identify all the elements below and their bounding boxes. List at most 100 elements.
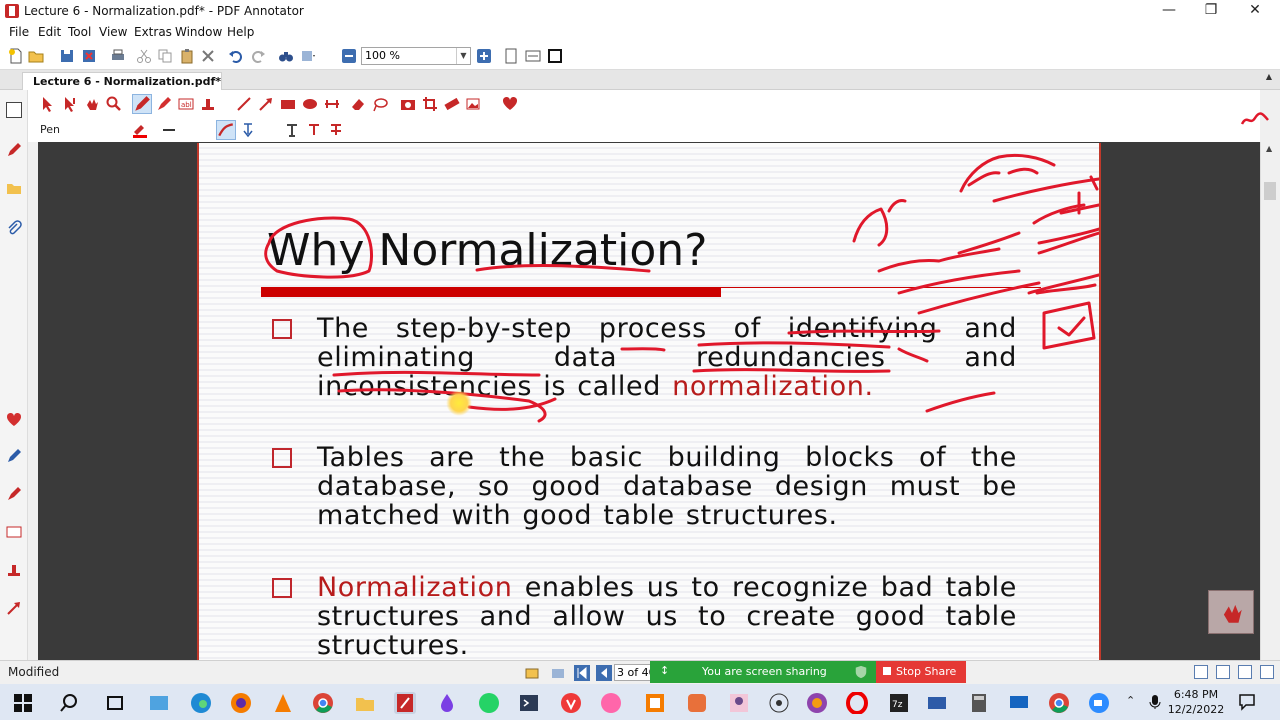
pdf-annotator-taskbar-icon[interactable] — [394, 692, 416, 714]
taskbar-clock[interactable]: 6:48 PM 12/2/2022 — [1166, 687, 1226, 717]
menu-help[interactable]: Help — [227, 25, 254, 39]
single-page-view-icon[interactable] — [1194, 665, 1208, 679]
continuous-view-icon[interactable] — [1216, 665, 1230, 679]
paperclip-icon[interactable] — [6, 220, 22, 236]
file-explorer-icon[interactable] — [354, 692, 376, 714]
find-binoculars-icon[interactable] — [278, 48, 294, 64]
microphone-icon[interactable] — [1148, 694, 1162, 710]
menu-view[interactable]: View — [99, 25, 127, 39]
vertical-scrollbar[interactable]: ▲ — [1260, 142, 1280, 660]
opera-icon[interactable] — [846, 692, 868, 714]
image-insert-icon[interactable] — [466, 96, 482, 112]
options-icon[interactable] — [300, 48, 316, 64]
navigation-forward-icon[interactable] — [550, 665, 566, 681]
pressure-icon[interactable] — [240, 122, 256, 138]
restore-button[interactable]: ❐ — [1188, 0, 1234, 22]
firefox-icon[interactable] — [230, 692, 252, 714]
pen-tool-icon[interactable] — [132, 94, 152, 114]
pdf-page[interactable]: Why Normalization? The step-by-step proc… — [197, 143, 1101, 660]
close-button[interactable]: ✕ — [1232, 0, 1278, 22]
favorites-heart-icon[interactable] — [6, 412, 22, 428]
text-strike-icon[interactable] — [328, 122, 344, 138]
highlighter-icon[interactable] — [156, 96, 172, 112]
text-format-icon[interactable] — [284, 122, 300, 138]
delete-icon[interactable] — [200, 48, 216, 64]
open-folder-icon[interactable] — [28, 48, 44, 64]
folder-icon[interactable] — [6, 180, 22, 196]
handwriting-squiggle-icon[interactable] — [1240, 108, 1270, 130]
whatsapp-icon[interactable] — [478, 692, 500, 714]
copy-icon[interactable] — [157, 48, 173, 64]
full-screen-icon[interactable] — [547, 48, 563, 64]
steam-like-icon[interactable] — [768, 692, 790, 714]
redo-icon[interactable] — [250, 48, 266, 64]
task-view-icon[interactable] — [104, 692, 126, 714]
print-icon[interactable] — [110, 48, 126, 64]
pen-color-icon[interactable] — [132, 122, 148, 138]
new-document-icon[interactable] — [8, 48, 24, 64]
menu-extras[interactable]: Extras — [134, 25, 172, 39]
anime-app-icon[interactable] — [728, 692, 750, 714]
7zip-icon[interactable]: 7z — [888, 692, 910, 714]
notification-icon[interactable] — [1238, 693, 1256, 711]
windows-start-icon[interactable] — [12, 692, 34, 714]
vlc-icon[interactable] — [272, 692, 294, 714]
ruler-icon[interactable] — [444, 96, 460, 112]
save-close-icon[interactable] — [81, 48, 97, 64]
pencil-icon[interactable] — [6, 142, 22, 158]
two-page-continuous-view-icon[interactable] — [1260, 665, 1274, 679]
menu-file[interactable]: File — [9, 25, 29, 39]
magnifier-icon[interactable] — [106, 96, 122, 112]
sidebar-checkbox-icon[interactable] — [6, 102, 22, 118]
smooth-stroke-icon[interactable] — [216, 120, 236, 140]
previous-page-icon[interactable] — [596, 665, 612, 681]
osu-app-icon[interactable] — [600, 692, 622, 714]
line-tool-icon[interactable] — [236, 96, 252, 112]
camera-snapshot-icon[interactable] — [400, 96, 416, 112]
zoom-level-combobox[interactable]: 100 % ▼ — [361, 47, 471, 65]
fit-page-icon[interactable] — [503, 48, 519, 64]
chrome-icon[interactable] — [1048, 692, 1070, 714]
undo-icon[interactable] — [228, 48, 244, 64]
text-underline-icon[interactable] — [306, 122, 322, 138]
menu-tool[interactable]: Tool — [68, 25, 91, 39]
rectangle-tool-icon[interactable] — [280, 96, 296, 112]
fit-width-icon[interactable] — [525, 48, 541, 64]
text-box-icon[interactable] — [6, 524, 22, 540]
measure-tool-icon[interactable] — [324, 96, 340, 112]
favorites-heart-icon[interactable] — [502, 96, 518, 112]
tab-lecture-6[interactable]: Lecture 6 - Normalization.pdf* — [22, 72, 222, 90]
color-wheel-app-icon[interactable] — [806, 692, 828, 714]
zoom-out-icon[interactable] — [341, 48, 357, 64]
app-taskbar-icon[interactable] — [148, 692, 170, 714]
hand-gesture-button[interactable] — [1208, 590, 1254, 634]
stamp-icon[interactable] — [6, 562, 22, 578]
zoom-in-icon[interactable] — [476, 48, 492, 64]
minimize-button[interactable]: — — [1146, 0, 1192, 22]
crop-icon[interactable] — [422, 96, 438, 112]
calculator-icon[interactable] — [968, 692, 990, 714]
lasso-icon[interactable] — [372, 96, 388, 112]
hand-pan-icon[interactable] — [84, 96, 100, 112]
line-width-icon[interactable] — [162, 122, 178, 138]
first-page-icon[interactable] — [574, 665, 590, 681]
scrollbar-thumb[interactable] — [1264, 182, 1276, 200]
terminal-app-icon[interactable] — [518, 692, 540, 714]
page-number-field[interactable]: 3 of 40 — [614, 664, 654, 681]
vivaldi-icon[interactable] — [560, 692, 582, 714]
pin-icon[interactable]: ↕ — [660, 664, 669, 677]
stamp-icon[interactable] — [200, 96, 216, 112]
chevron-down-icon[interactable]: ▼ — [456, 48, 470, 64]
edge-browser-icon[interactable] — [190, 692, 212, 714]
stop-share-button[interactable]: Stop Share — [876, 661, 966, 683]
search-icon[interactable] — [58, 692, 80, 714]
orange-app-icon[interactable] — [644, 692, 666, 714]
chevron-up-icon[interactable]: ⌃ — [1126, 694, 1135, 707]
zoom-app-icon[interactable] — [1088, 692, 1110, 714]
eraser-icon[interactable] — [350, 96, 366, 112]
tab-scroll-up-icon[interactable]: ▲ — [1262, 72, 1276, 88]
marker-icon[interactable] — [6, 448, 22, 464]
paste-icon[interactable] — [179, 48, 195, 64]
select-text-icon[interactable] — [62, 96, 78, 112]
remote-desktop-icon[interactable] — [1008, 692, 1030, 714]
